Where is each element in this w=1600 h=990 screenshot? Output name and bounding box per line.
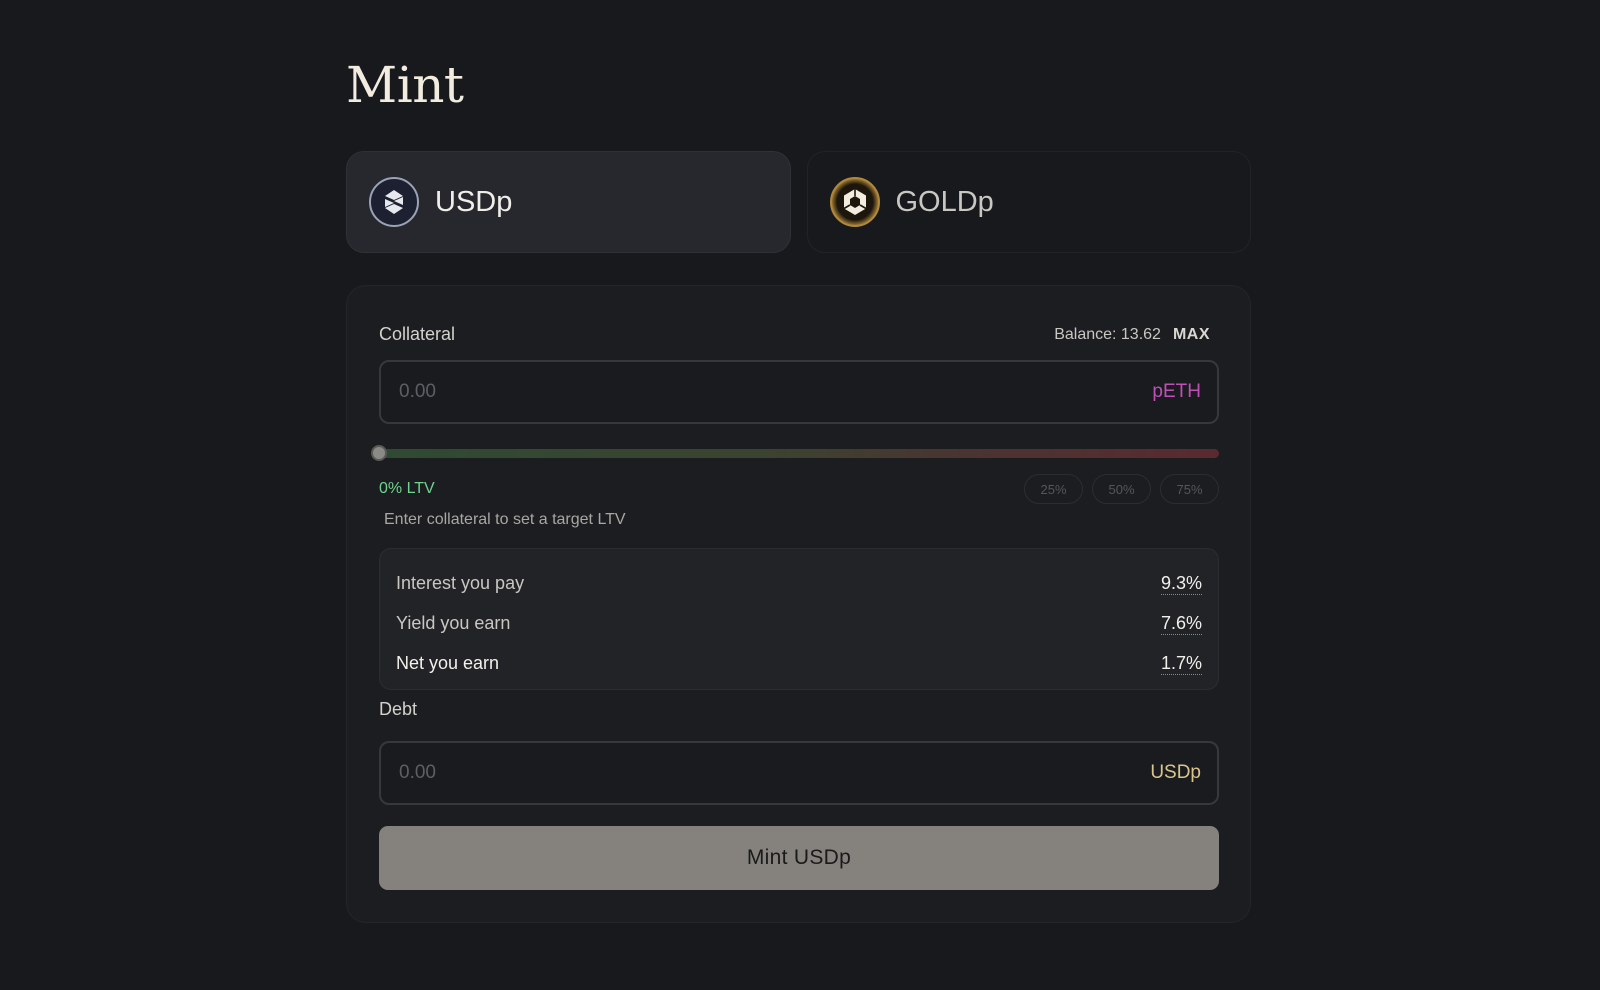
yield-label: Yield you earn [396, 612, 511, 633]
mint-button[interactable]: Mint USDp [379, 826, 1219, 890]
ltv-slider-thumb[interactable] [371, 445, 387, 461]
collateral-label: Collateral [379, 324, 456, 344]
token-selector: USDp GOLDp [346, 151, 1251, 253]
token-tab-label: USDp [435, 185, 513, 218]
ltv-preset-25-button[interactable]: 25% [1024, 474, 1083, 504]
debt-unit: USDp [1150, 762, 1201, 783]
ltv-presets: 25% 50% 75% [1024, 474, 1219, 504]
collateral-balance: Balance: 13.62 MAX [1054, 326, 1210, 344]
token-tab-usdp[interactable]: USDp [346, 151, 791, 253]
ltv-value: 0% LTV [379, 480, 435, 497]
ltv-preset-75-button[interactable]: 75% [1160, 474, 1219, 504]
max-button[interactable]: MAX [1173, 326, 1210, 344]
rates-summary: Interest you pay 9.3% Yield you earn 7.6… [379, 548, 1219, 690]
interest-label: Interest you pay [396, 572, 525, 593]
debt-field: USDp [379, 741, 1219, 805]
token-tab-label: GOLDp [895, 185, 994, 218]
collateral-unit: pETH [1152, 381, 1201, 402]
balance-text: Balance: 13.62 [1054, 326, 1161, 343]
rate-row-interest: Interest you pay 9.3% [396, 563, 1202, 603]
page-title: Mint [346, 56, 464, 114]
rate-row-yield: Yield you earn 7.6% [396, 603, 1202, 643]
goldp-logo-icon [829, 177, 880, 227]
interest-value[interactable]: 9.3% [1160, 572, 1202, 595]
yield-value[interactable]: 7.6% [1160, 612, 1202, 635]
ltv-hint: Enter collateral to set a target LTV [384, 511, 626, 528]
ltv-preset-50-button[interactable]: 50% [1092, 474, 1151, 504]
collateral-input[interactable] [397, 380, 1153, 404]
usdp-logo-icon [369, 177, 419, 227]
mint-form-card: Collateral Balance: 13.62 MAX pETH 0% LT… [346, 285, 1251, 923]
rate-row-net: Net you earn 1.7% [396, 643, 1202, 683]
token-tab-goldp[interactable]: GOLDp [806, 151, 1251, 253]
debt-label: Debt [379, 699, 418, 719]
net-label: Net you earn [396, 652, 500, 673]
ltv-slider-track[interactable] [379, 449, 1219, 458]
ltv-slider[interactable] [371, 445, 1219, 461]
net-value[interactable]: 1.7% [1160, 652, 1202, 675]
collateral-field: pETH [379, 360, 1219, 424]
debt-input[interactable] [397, 761, 1151, 785]
